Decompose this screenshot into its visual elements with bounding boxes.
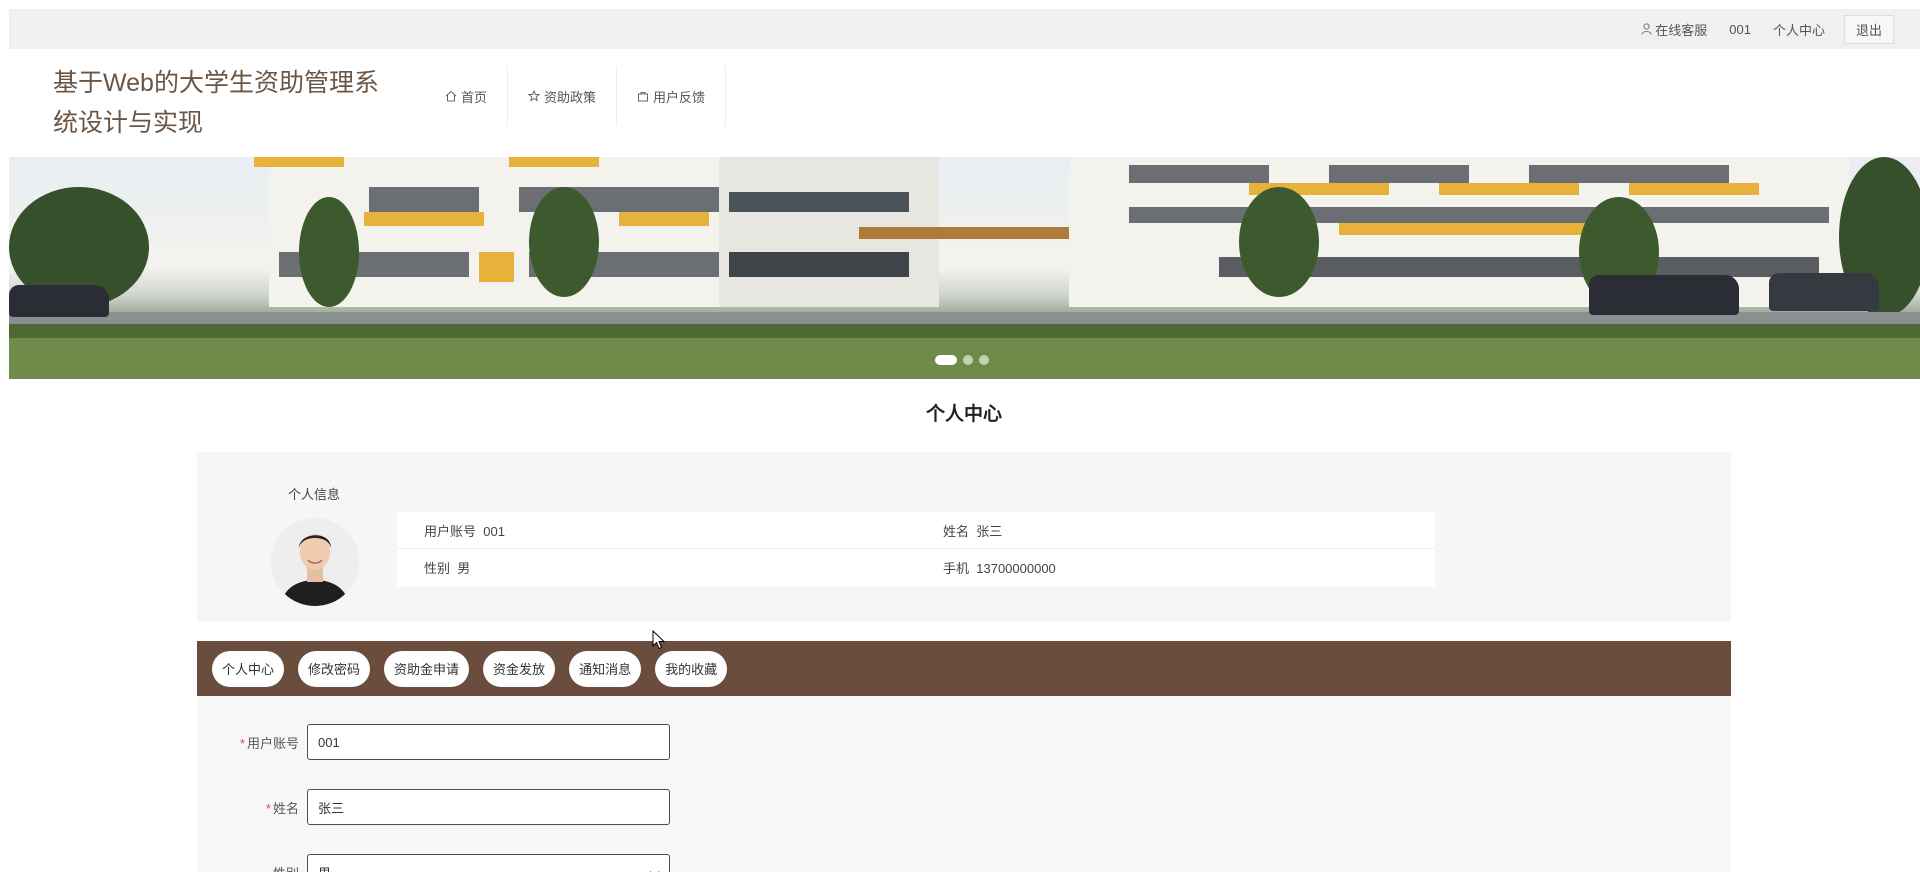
user-account-link[interactable]: 001 (1718, 22, 1762, 37)
info-label-name: 姓名 (943, 523, 970, 539)
form-label: * 用户账号 (197, 733, 307, 752)
nav-item-home[interactable]: 首页 (425, 66, 509, 126)
table-row: 用户账号 001 姓名 张三 (397, 512, 1435, 549)
main-nav: 首页 资助政策 用户反馈 (425, 66, 727, 126)
profile-tabbar: 个人中心 修改密码 资助金申请 资金发放 通知消息 我的收藏 (197, 641, 1731, 696)
bag-icon (638, 92, 649, 102)
required-marker: * (265, 800, 271, 816)
nav-item-policy[interactable]: 资助政策 (508, 66, 618, 126)
account-field[interactable] (307, 724, 670, 760)
carousel-indicators (935, 355, 989, 365)
banner-window (1129, 207, 1829, 223)
profile-link-label: 个人中心 (1772, 22, 1825, 38)
banner-window (1439, 183, 1579, 195)
banner-window (479, 252, 514, 282)
banner-window (254, 157, 344, 167)
info-label-phone: 手机 (943, 561, 970, 576)
avatar (271, 518, 359, 606)
tab-notifications[interactable]: 通知消息 (569, 650, 642, 687)
banner-window (509, 157, 599, 167)
form-row-gender: 性别 男 (197, 854, 670, 872)
user-icon (1641, 23, 1652, 35)
top-bar-actions: 在线客服 001 个人中心 退出 (1630, 9, 1894, 49)
profile-form: *用户账号 *姓名 性别 男 (197, 696, 1731, 872)
home-icon (445, 90, 457, 102)
form-row-name: * 姓名 (197, 789, 670, 825)
info-value-name: 张三 (976, 523, 1003, 539)
form-label: * 姓名 (197, 798, 307, 817)
avatar-portrait (271, 518, 359, 606)
banner-window (619, 212, 709, 226)
banner-window (369, 187, 479, 212)
profile-info-table: 用户账号 001 姓名 张三 性别 男 手机 13700000000 (397, 512, 1435, 586)
tab-fund-disbursement[interactable]: 资金发放 (483, 650, 556, 687)
banner-window (1329, 165, 1469, 183)
info-cell: 用户账号 001 (397, 521, 916, 540)
info-cell: 性别 男 (397, 558, 916, 577)
banner-window (364, 212, 484, 226)
carousel-dot[interactable] (979, 355, 989, 365)
name-field[interactable] (307, 789, 670, 825)
banner-carousel[interactable] (9, 157, 1920, 379)
banner-window (729, 252, 909, 277)
form-row-account: * 用户账号 (197, 724, 670, 760)
page-title: 个人中心 (925, 404, 1002, 425)
tab-favorites[interactable]: 我的收藏 (655, 650, 728, 687)
gender-select-text: 男 (318, 863, 331, 872)
tab-aid-application[interactable]: 资助金申请 (384, 650, 470, 687)
tab-profile[interactable]: 个人中心 (212, 650, 285, 687)
gender-select[interactable]: 男 (307, 854, 670, 872)
top-bar: 在线客服 001 个人中心 退出 (9, 9, 1920, 49)
profile-info-panel: 个人信息 用户账号 001 姓名 张三 性别 男 手机 13700000000 (197, 452, 1731, 622)
nav-item-feedback[interactable]: 用户反馈 (617, 66, 727, 126)
carousel-dot[interactable] (935, 355, 957, 365)
nav-item-label: 资助政策 (544, 89, 597, 105)
form-label: 性别 (197, 863, 307, 872)
info-value-account: 001 (483, 523, 505, 539)
table-row: 性别 男 手机 13700000000 (397, 549, 1435, 586)
banner-car (1769, 273, 1879, 311)
cursor-arrow-icon (652, 629, 666, 650)
banner-tree (1239, 187, 1319, 297)
banner-window (729, 192, 909, 212)
info-cell: 姓名 张三 (916, 521, 1435, 540)
gender-select-value: 男 (307, 854, 670, 872)
nav-item-label: 首页 (461, 89, 488, 105)
info-cell: 手机 13700000000 (916, 558, 1435, 577)
banner-hedge (9, 324, 1920, 338)
carousel-dot[interactable] (963, 355, 973, 365)
banner-window (1129, 165, 1269, 183)
online-service-label: 在线客服 (1655, 22, 1708, 38)
form-label-text: 性别 (273, 866, 299, 872)
site-header: 基于Web的大学生资助管理系统设计与实现 首页 资助政策 用户反馈 (0, 49, 1920, 157)
required-marker: * (239, 735, 245, 751)
banner-car (1589, 275, 1739, 315)
form-label-text: 姓名 (272, 800, 299, 816)
info-value-phone: 13700000000 (976, 561, 1056, 576)
site-title: 基于Web的大学生资助管理系统设计与实现 (53, 69, 379, 137)
star-icon (528, 90, 541, 102)
info-label-account: 用户账号 (424, 523, 477, 539)
form-label-text: 用户账号 (246, 735, 299, 751)
banner-car (9, 285, 109, 317)
banner-window (1529, 165, 1729, 183)
tab-change-password[interactable]: 修改密码 (298, 650, 371, 687)
banner-window (1629, 183, 1759, 195)
profile-section-label: 个人信息 (288, 487, 341, 502)
nav-item-label: 用户反馈 (653, 89, 706, 105)
banner-tree (299, 197, 359, 307)
info-value-gender: 男 (457, 561, 471, 576)
online-service-link[interactable]: 在线客服 (1630, 20, 1718, 39)
profile-link[interactable]: 个人中心 (1762, 20, 1836, 39)
user-account-label: 001 (1729, 21, 1751, 37)
banner-tree (529, 187, 599, 297)
info-label-gender: 性别 (424, 561, 451, 576)
logout-button[interactable]: 退出 (1843, 14, 1894, 44)
